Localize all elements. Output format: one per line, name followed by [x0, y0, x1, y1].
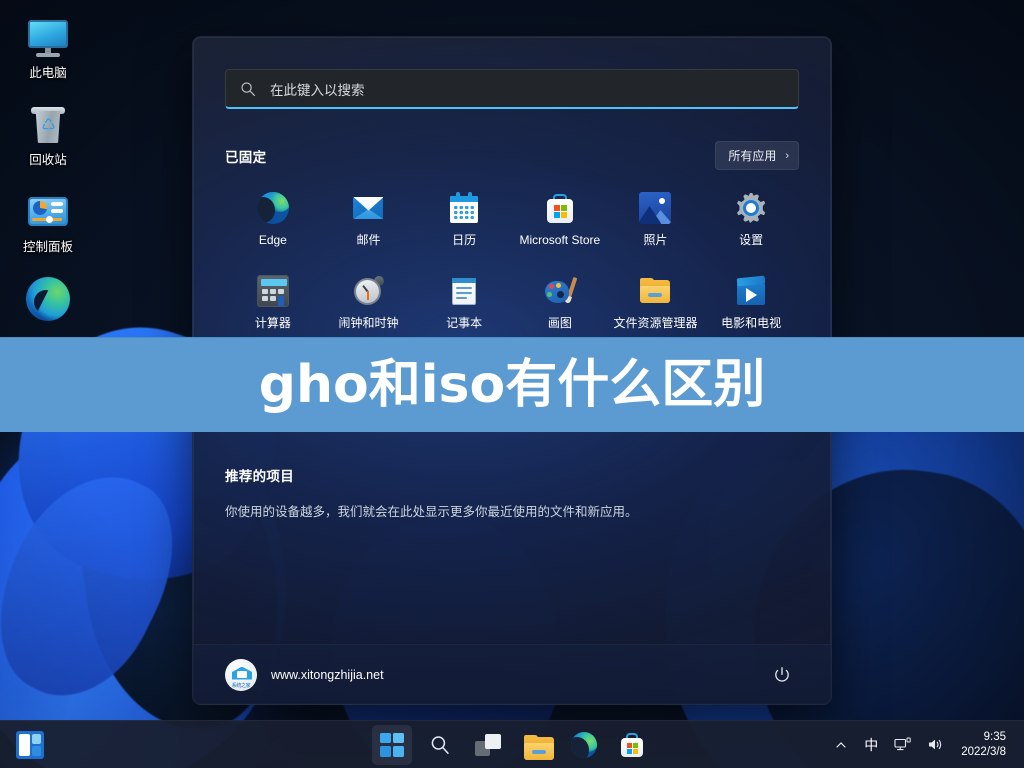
- network-icon: [894, 737, 911, 751]
- pinned-app-calendar[interactable]: 日历: [416, 188, 512, 251]
- pinned-app-calculator[interactable]: 计算器: [225, 271, 321, 334]
- pinned-app-file-explorer[interactable]: 文件资源管理器: [608, 271, 704, 334]
- banner-title: gho和iso有什么区别: [258, 355, 766, 415]
- pinned-app-settings[interactable]: 设置: [703, 188, 799, 251]
- microsoft-store-icon: [619, 732, 645, 758]
- pinned-app-label: 邮件: [356, 233, 381, 247]
- desktop-icon-list: 此电脑 ♺ 回收站 控制面板: [0, 10, 96, 342]
- avatar: 系统之家: [225, 658, 257, 691]
- pinned-app-movies-tv[interactable]: 电影和电视: [703, 271, 799, 334]
- pinned-app-notepad[interactable]: 记事本: [416, 271, 512, 334]
- overlay-banner: gho和iso有什么区别: [0, 337, 1024, 432]
- ime-label: 中: [864, 736, 879, 753]
- pinned-app-label: Edge: [258, 233, 287, 247]
- control-panel-icon: [26, 190, 70, 234]
- microsoft-store-button[interactable]: [612, 725, 652, 765]
- all-apps-button[interactable]: 所有应用 ›: [715, 141, 799, 170]
- network-button[interactable]: [887, 732, 918, 757]
- paint-icon: [544, 275, 578, 307]
- user-account-button[interactable]: 系统之家 www.xitongzhijia.net: [225, 658, 384, 691]
- pinned-title: 已固定: [225, 149, 267, 165]
- notepad-icon: [448, 275, 480, 307]
- volume-icon: [929, 739, 942, 750]
- system-tray: 中 9:35 2022/3/8: [827, 727, 1014, 763]
- chevron-up-icon: [836, 741, 846, 748]
- windows-start-icon: [380, 732, 404, 757]
- widgets-icon[interactable]: [16, 730, 44, 759]
- calendar-icon: [448, 192, 480, 224]
- edge-icon: [26, 277, 70, 321]
- pinned-app-label: 画图: [547, 316, 572, 330]
- edge-button[interactable]: [564, 725, 604, 765]
- settings-icon: [735, 192, 767, 224]
- pinned-app-label: 设置: [739, 233, 764, 247]
- pinned-app-label: 闹钟和时钟: [338, 316, 399, 330]
- pinned-app-label: 文件资源管理器: [613, 316, 698, 330]
- desktop-icon-label: 回收站: [29, 153, 67, 167]
- file-explorer-icon: [523, 732, 554, 760]
- search-button[interactable]: [420, 725, 460, 765]
- power-button[interactable]: [765, 658, 799, 692]
- movies-tv-icon: [735, 275, 767, 307]
- pinned-app-label: Microsoft Store: [519, 233, 601, 247]
- recommended-section: 推荐的项目 你使用的设备越多，我们就会在此处显示更多你最近使用的文件和新应用。: [225, 465, 799, 521]
- file-explorer-button[interactable]: [516, 725, 556, 765]
- desktop-icon-recycle-bin[interactable]: ♺ 回收站: [0, 97, 96, 172]
- microsoft-store-icon: [544, 192, 576, 224]
- pinned-apps-grid: Edge 邮件 日历 Microsoft Store 照片 设置 计算器 闹钟和…: [225, 188, 799, 334]
- ime-indicator[interactable]: 中: [857, 730, 885, 760]
- search-icon: [431, 735, 449, 754]
- pinned-app-edge[interactable]: Edge: [225, 188, 321, 251]
- pinned-app-label: 记事本: [446, 316, 483, 330]
- desktop-icon-label: 控制面板: [22, 240, 73, 254]
- recommended-empty-text: 你使用的设备越多，我们就会在此处显示更多你最近使用的文件和新应用。: [225, 505, 638, 519]
- desktop-icon-edge[interactable]: [0, 271, 96, 330]
- pinned-app-mail[interactable]: 邮件: [321, 188, 417, 251]
- this-pc-icon: [26, 16, 70, 60]
- account-name: www.xitongzhijia.net: [271, 667, 384, 682]
- pinned-app-microsoft-store[interactable]: Microsoft Store: [512, 188, 608, 251]
- power-icon: [775, 666, 789, 682]
- search-icon: [241, 81, 255, 96]
- edge-icon: [571, 731, 597, 758]
- file-explorer-icon: [639, 275, 671, 307]
- start-menu-footer: 系统之家 www.xitongzhijia.net: [193, 644, 831, 704]
- task-view-icon: [475, 733, 501, 756]
- chevron-right-icon: ›: [785, 149, 789, 162]
- desktop-icon-this-pc[interactable]: 此电脑: [0, 10, 96, 85]
- show-hidden-icons-button[interactable]: [827, 733, 855, 757]
- recycle-bin-icon: ♺: [26, 103, 70, 147]
- taskbar: 中 9:35 2022/3/8: [0, 720, 1024, 768]
- recommended-title: 推荐的项目: [225, 469, 294, 484]
- alarms-clock-icon: [352, 275, 385, 307]
- clock-date: 2022/3/8: [961, 745, 1006, 758]
- mail-icon: [352, 192, 384, 224]
- photos-icon: [639, 192, 672, 224]
- pinned-app-photos[interactable]: 照片: [608, 188, 704, 251]
- start-search-input[interactable]: 在此键入以搜索: [270, 79, 365, 99]
- clock-time: 9:35: [983, 730, 1006, 743]
- volume-button[interactable]: [920, 732, 951, 757]
- pinned-app-alarms-clock[interactable]: 闹钟和时钟: [321, 271, 417, 334]
- calculator-icon: [256, 275, 289, 307]
- edge-icon: [256, 192, 289, 224]
- pinned-header: 已固定 所有应用 ›: [225, 141, 799, 170]
- pinned-app-label: 照片: [643, 233, 668, 247]
- task-view-button[interactable]: [468, 725, 508, 765]
- desktop-icon-label: 此电脑: [29, 66, 67, 80]
- start-search-box[interactable]: 在此键入以搜索: [225, 69, 799, 109]
- clock-button[interactable]: 9:35 2022/3/8: [953, 727, 1014, 763]
- pinned-app-label: 计算器: [254, 316, 291, 330]
- pinned-app-paint[interactable]: 画图: [512, 271, 608, 334]
- pinned-app-label: 电影和电视: [721, 316, 782, 330]
- start-button[interactable]: [372, 724, 412, 765]
- desktop-icon-control-panel[interactable]: 控制面板: [0, 184, 96, 259]
- taskbar-buttons: [372, 724, 652, 765]
- avatar-label: 系统之家: [231, 682, 251, 689]
- all-apps-label: 所有应用: [728, 149, 777, 163]
- pinned-app-label: 日历: [452, 233, 477, 247]
